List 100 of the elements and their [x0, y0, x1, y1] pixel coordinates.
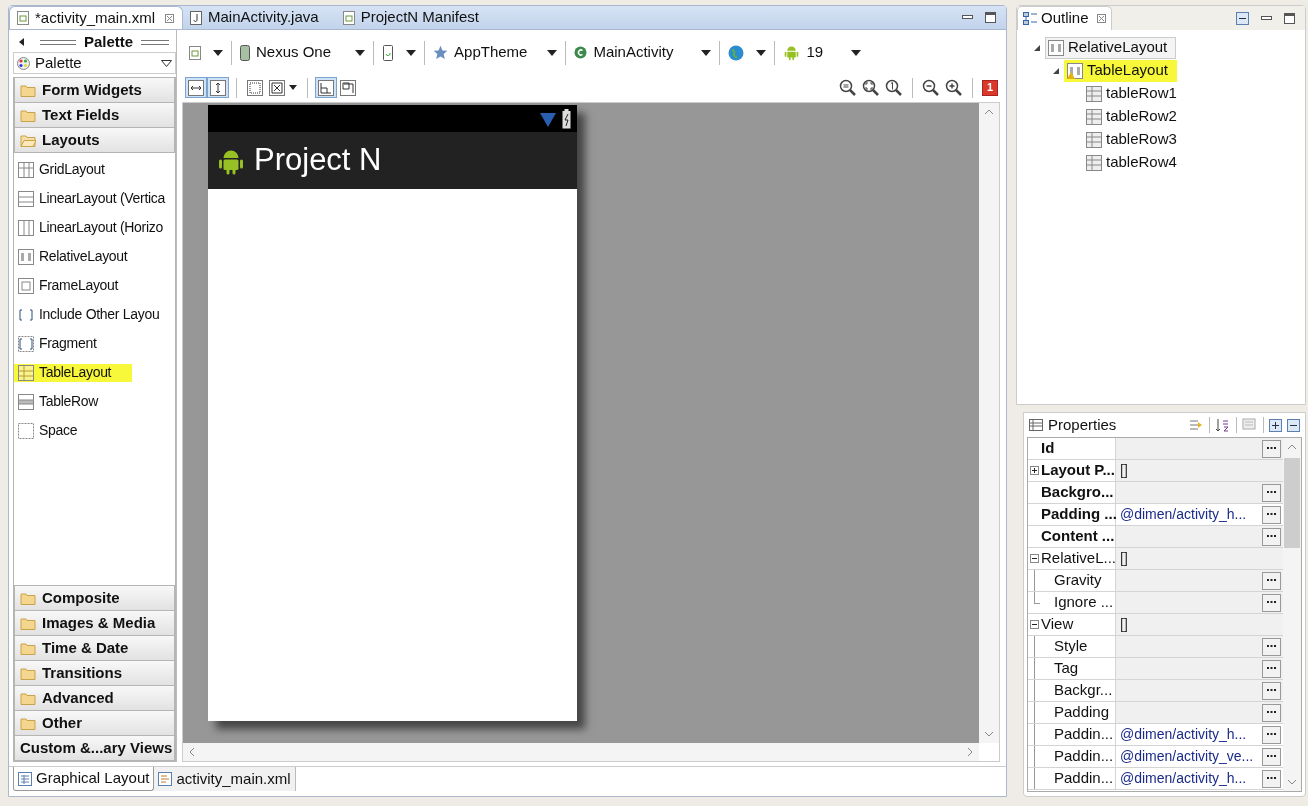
scroll-right-icon[interactable] [967, 747, 973, 757]
expanded-arrow-icon[interactable] [1033, 43, 1041, 52]
close-icon[interactable] [1096, 14, 1106, 23]
zoom-icon[interactable] [862, 78, 880, 97]
collapse-arrow-icon[interactable] [19, 38, 24, 46]
ellipsis-button[interactable] [1262, 769, 1281, 788]
ellipsis-button[interactable] [1262, 703, 1281, 722]
palette-category[interactable]: Advanced [14, 685, 175, 711]
tree-item[interactable]: TableLayout [1064, 59, 1177, 82]
maximize-icon[interactable] [985, 12, 996, 23]
zoom-out-icon[interactable] [922, 78, 940, 97]
ellipsis-button[interactable] [1262, 527, 1281, 546]
activity-dropdown[interactable]: MainActivity [574, 41, 712, 64]
palette-item[interactable]: GridLayout [14, 155, 175, 184]
tree-item[interactable]: tableRow4 [1083, 151, 1186, 174]
locale-dropdown[interactable] [728, 44, 767, 61]
palette-category[interactable]: Time & Date [14, 635, 175, 661]
scroll-down-icon[interactable] [984, 731, 994, 737]
vertical-scrollbar[interactable] [1283, 438, 1301, 791]
property-name: Paddin... [1054, 768, 1114, 789]
fit-height-toggle[interactable] [207, 77, 229, 98]
scroll-left-icon[interactable] [189, 747, 195, 757]
zoom-in-icon[interactable] [945, 78, 963, 97]
layout-toggle[interactable] [337, 77, 359, 98]
editor-mode-tab[interactable]: activity_main.xml [154, 767, 296, 791]
device-dropdown[interactable]: Nexus One [240, 41, 366, 64]
tree-item[interactable]: tableRow1 [1083, 82, 1186, 105]
palette-item[interactable]: Space [14, 416, 175, 445]
palette-item[interactable]: FrameLayout [14, 271, 175, 300]
palette-item[interactable]: RelativeLayout [14, 242, 175, 271]
caret-icon[interactable] [289, 85, 297, 90]
error-badge[interactable]: 1 [982, 79, 998, 96]
ellipsis-button[interactable] [1262, 439, 1281, 458]
caret-icon[interactable] [756, 49, 767, 56]
ellipsis-button[interactable] [1262, 747, 1281, 766]
orientation-dropdown[interactable] [382, 44, 417, 61]
caret-icon[interactable] [851, 49, 862, 56]
ellipsis-button[interactable] [1262, 505, 1281, 524]
ellipsis-button[interactable] [1262, 637, 1281, 656]
ellipsis-button[interactable] [1262, 681, 1281, 700]
collapse-icon[interactable] [1030, 554, 1039, 563]
expand-all-icon[interactable] [1269, 418, 1282, 432]
palette-item[interactable]: LinearLayout (Horizo [14, 213, 175, 242]
collapse-icon[interactable] [1030, 620, 1039, 629]
scroll-up-icon[interactable] [984, 109, 994, 115]
palette-category[interactable]: Form Widgets [14, 77, 175, 103]
tree-item[interactable]: RelativeLayout [1045, 36, 1177, 59]
minimize-icon[interactable] [1261, 15, 1272, 21]
resize-toggle[interactable] [266, 77, 300, 98]
ellipsis-button[interactable] [1262, 593, 1281, 612]
editor-tab[interactable]: ProjectN Manifest [335, 6, 486, 29]
ellipsis-button[interactable] [1262, 483, 1281, 502]
theme-dropdown[interactable]: AppTheme [433, 41, 558, 64]
layout-toggle[interactable] [315, 77, 337, 98]
minimize-icon[interactable] [962, 15, 973, 20]
ellipsis-icon [1267, 755, 1276, 758]
palette-item[interactable]: Fragment [14, 329, 175, 358]
sort-icon[interactable] [1215, 417, 1231, 433]
close-icon[interactable] [165, 13, 175, 23]
caret-icon[interactable] [213, 49, 223, 56]
maximize-icon[interactable] [1284, 12, 1295, 24]
palette-item[interactable]: TableRow [14, 387, 175, 416]
expanded-arrow-icon[interactable] [1052, 66, 1060, 75]
scroll-thumb[interactable] [1284, 458, 1300, 548]
palette-category[interactable]: Layouts [14, 127, 175, 153]
collapse-all-icon[interactable] [1236, 11, 1249, 25]
vertical-scrollbar[interactable] [979, 103, 999, 743]
ellipsis-button[interactable] [1262, 659, 1281, 678]
ellipsis-button[interactable] [1262, 725, 1281, 744]
palette-category[interactable]: Text Fields [14, 102, 175, 128]
scroll-down-icon[interactable] [1287, 779, 1297, 785]
palette-item[interactable]: Include Other Layou [14, 300, 175, 329]
api-level-dropdown[interactable]: 19 [783, 41, 862, 64]
horizontal-scrollbar[interactable] [183, 743, 979, 761]
editor-mode-tab[interactable]: Graphical Layout [13, 767, 155, 791]
editor-tab[interactable]: *activity_main.xml [9, 6, 184, 29]
palette-category[interactable]: Custom &...ary Views [14, 735, 175, 761]
tree-item[interactable]: tableRow2 [1083, 105, 1186, 128]
expand-icon[interactable] [1030, 466, 1039, 475]
caret-icon[interactable] [701, 49, 712, 56]
fit-width-toggle[interactable] [185, 77, 207, 98]
ellipsis-button[interactable] [1262, 571, 1281, 590]
collapse-all-icon[interactable] [1287, 418, 1300, 432]
margins-toggle[interactable] [244, 77, 266, 98]
zoom-icon[interactable] [885, 78, 903, 97]
caret-icon[interactable] [406, 49, 417, 56]
outline-tab[interactable]: Outline [1017, 6, 1112, 30]
palette-category[interactable]: Other [14, 710, 175, 736]
scroll-up-icon[interactable] [1287, 444, 1297, 450]
editor-tab[interactable]: MainActivity.java [183, 6, 326, 29]
palette-category[interactable]: Composite [14, 585, 175, 611]
zoom-icon[interactable] [839, 78, 857, 97]
tree-item[interactable]: tableRow3 [1083, 128, 1186, 151]
layout-file-dropdown[interactable] [189, 45, 223, 60]
caret-icon[interactable] [355, 49, 366, 56]
palette-item[interactable]: LinearLayout (Vertica [14, 184, 175, 213]
caret-icon[interactable] [547, 49, 558, 56]
palette-dropdown[interactable]: Palette [13, 52, 176, 74]
palette-category[interactable]: Images & Media [14, 610, 175, 636]
palette-category[interactable]: Transitions [14, 660, 175, 686]
